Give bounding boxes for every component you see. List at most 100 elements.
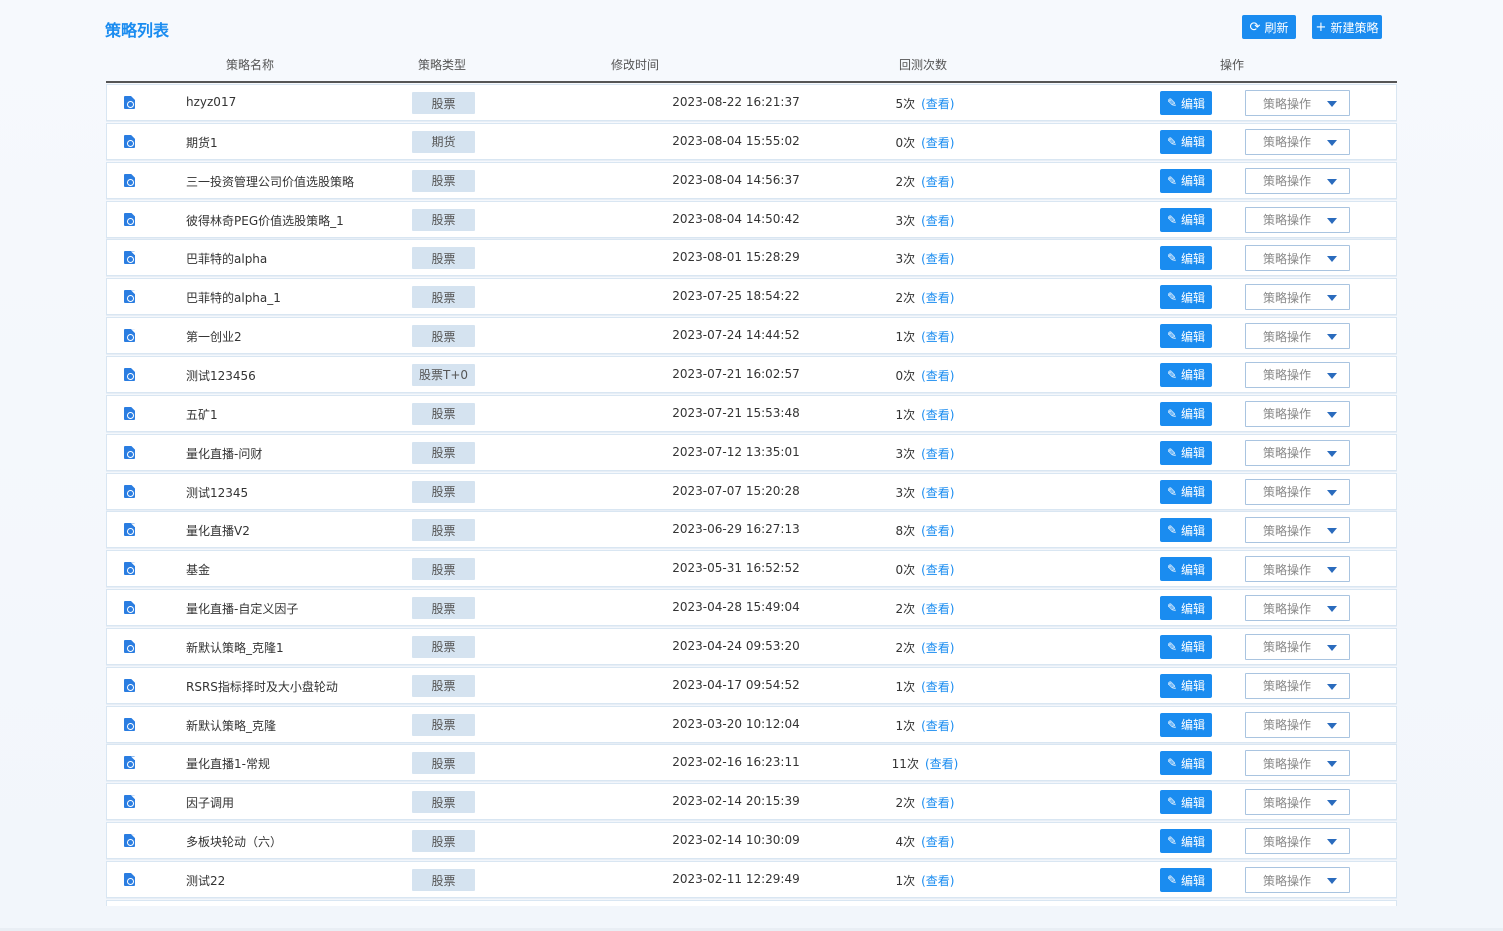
- strategy-ops-dropdown[interactable]: 策略操作: [1245, 323, 1350, 350]
- edit-button[interactable]: ✎ 编辑: [1160, 324, 1212, 349]
- edit-button[interactable]: ✎ 编辑: [1160, 557, 1212, 582]
- pencil-icon: ✎: [1166, 484, 1178, 499]
- backtest-count-value: 3次: [895, 213, 916, 228]
- modified-time: 2023-07-21 15:53:48: [672, 405, 800, 420]
- strategy-ops-dropdown[interactable]: 策略操作: [1245, 284, 1350, 311]
- edit-button[interactable]: ✎ 编辑: [1160, 712, 1212, 737]
- view-link[interactable]: (查看): [921, 835, 954, 849]
- strategy-ops-dropdown[interactable]: 策略操作: [1245, 789, 1350, 816]
- strategy-ops-dropdown[interactable]: 策略操作: [1245, 517, 1350, 544]
- file-icon: [124, 212, 135, 226]
- strategy-ops-dropdown[interactable]: 策略操作: [1245, 206, 1350, 233]
- strategy-type-badge: 股票: [412, 169, 475, 192]
- edit-button[interactable]: ✎ 编辑: [1160, 362, 1212, 387]
- strategy-name[interactable]: 测试123456: [186, 367, 256, 384]
- edit-button[interactable]: ✎ 编辑: [1160, 285, 1212, 310]
- strategy-name[interactable]: 新默认策略_克隆: [186, 717, 276, 734]
- view-link[interactable]: (查看): [921, 447, 954, 461]
- edit-button[interactable]: ✎ 编辑: [1160, 440, 1212, 465]
- view-link[interactable]: (查看): [921, 796, 954, 810]
- edit-button[interactable]: ✎ 编辑: [1160, 673, 1212, 698]
- edit-button[interactable]: ✎ 编辑: [1160, 596, 1212, 621]
- header-actions: 操作: [1219, 58, 1245, 72]
- view-link[interactable]: (查看): [925, 757, 958, 771]
- edit-button[interactable]: ✎ 编辑: [1160, 868, 1212, 892]
- strategy-ops-dropdown[interactable]: 策略操作: [1245, 167, 1350, 194]
- strategy-name[interactable]: 量化直播-问财: [186, 445, 262, 462]
- view-link[interactable]: (查看): [921, 97, 954, 111]
- strategy-ops-dropdown[interactable]: 策略操作: [1245, 711, 1350, 738]
- edit-button[interactable]: ✎ 编辑: [1160, 401, 1212, 426]
- strategy-name[interactable]: 量化直播V2: [186, 522, 250, 539]
- edit-button[interactable]: ✎ 编辑: [1160, 518, 1212, 543]
- strategy-name[interactable]: 巴菲特的alpha_1: [186, 289, 281, 306]
- view-link[interactable]: (查看): [921, 408, 954, 422]
- view-link[interactable]: (查看): [921, 524, 954, 538]
- strategy-ops-dropdown[interactable]: 策略操作: [1245, 439, 1350, 466]
- strategy-ops-dropdown[interactable]: 策略操作: [1245, 633, 1350, 660]
- strategy-ops-dropdown[interactable]: 策略操作: [1245, 400, 1350, 427]
- edit-button[interactable]: ✎ 编辑: [1160, 479, 1212, 504]
- strategy-name[interactable]: 五矿1: [186, 406, 218, 423]
- view-link[interactable]: (查看): [921, 641, 954, 655]
- strategy-ops-dropdown[interactable]: 策略操作: [1245, 750, 1350, 777]
- edit-button[interactable]: ✎ 编辑: [1160, 829, 1212, 854]
- edit-button[interactable]: ✎ 编辑: [1160, 246, 1212, 271]
- caret-down-icon: [1327, 761, 1337, 768]
- strategy-ops-dropdown[interactable]: 策略操作: [1245, 828, 1350, 855]
- strategy-name[interactable]: 彼得林奇PEG价值选股策略_1: [186, 212, 344, 229]
- strategy-ops-dropdown[interactable]: 策略操作: [1245, 478, 1350, 505]
- strategy-name[interactable]: 三一投资管理公司价值选股策略: [186, 173, 354, 190]
- pencil-icon: ✎: [1166, 717, 1178, 732]
- edit-button[interactable]: ✎ 编辑: [1160, 634, 1212, 659]
- modified-time: 2023-07-25 18:54:22: [672, 289, 800, 304]
- strategy-ops-dropdown[interactable]: 策略操作: [1245, 361, 1350, 388]
- strategy-name[interactable]: 量化直播-自定义因子: [186, 600, 298, 617]
- new-strategy-button[interactable]: + 新建策略: [1312, 15, 1382, 39]
- view-link[interactable]: (查看): [921, 369, 954, 383]
- strategy-ops-dropdown[interactable]: 策略操作: [1245, 245, 1350, 272]
- view-link[interactable]: (查看): [921, 136, 954, 150]
- view-link[interactable]: (查看): [921, 719, 954, 733]
- strategy-ops-dropdown[interactable]: 策略操作: [1245, 867, 1350, 893]
- file-icon: [124, 523, 135, 537]
- strategy-name[interactable]: 巴菲特的alpha: [186, 250, 267, 267]
- view-link[interactable]: (查看): [921, 486, 954, 500]
- modified-time: 2023-02-14 20:15:39: [672, 794, 800, 809]
- strategy-name[interactable]: 多板块轮动（六）: [186, 833, 282, 850]
- strategy-ops-dropdown[interactable]: 策略操作: [1245, 90, 1350, 116]
- edit-button[interactable]: ✎ 编辑: [1160, 91, 1212, 115]
- header-type: 策略类型: [417, 58, 467, 72]
- strategy-name[interactable]: RSRS指标择时及大小盘轮动: [186, 678, 338, 695]
- refresh-button[interactable]: ⟳ 刷新: [1242, 15, 1296, 39]
- edit-button[interactable]: ✎ 编辑: [1160, 790, 1212, 815]
- view-link[interactable]: (查看): [921, 214, 954, 228]
- strategy-name[interactable]: 新默认策略_克隆1: [186, 639, 284, 656]
- strategy-name[interactable]: 基金: [186, 561, 210, 578]
- edit-button[interactable]: ✎ 编辑: [1160, 207, 1212, 232]
- strategy-ops-dropdown[interactable]: 策略操作: [1245, 128, 1350, 155]
- strategy-ops-dropdown[interactable]: 策略操作: [1245, 556, 1350, 583]
- edit-button[interactable]: ✎ 编辑: [1160, 751, 1212, 776]
- edit-button[interactable]: ✎ 编辑: [1160, 168, 1212, 193]
- strategy-name[interactable]: 测试12345: [186, 484, 248, 501]
- strategy-ops-dropdown[interactable]: 策略操作: [1245, 595, 1350, 622]
- strategy-name[interactable]: 测试22: [186, 872, 225, 889]
- view-link[interactable]: (查看): [921, 252, 954, 266]
- strategy-name[interactable]: 量化直播1-常规: [186, 755, 270, 772]
- backtest-count: 1次 (查看): [825, 872, 1025, 889]
- view-link[interactable]: (查看): [921, 563, 954, 577]
- pencil-icon: ✎: [1166, 562, 1178, 577]
- view-link[interactable]: (查看): [921, 874, 954, 888]
- view-link[interactable]: (查看): [921, 680, 954, 694]
- strategy-ops-dropdown[interactable]: 策略操作: [1245, 672, 1350, 699]
- view-link[interactable]: (查看): [921, 175, 954, 189]
- edit-button[interactable]: ✎ 编辑: [1160, 129, 1212, 154]
- strategy-name[interactable]: 第一创业2: [186, 328, 242, 345]
- view-link[interactable]: (查看): [921, 330, 954, 344]
- view-link[interactable]: (查看): [921, 291, 954, 305]
- view-link[interactable]: (查看): [921, 602, 954, 616]
- strategy-name[interactable]: 因子调用: [186, 794, 234, 811]
- strategy-name[interactable]: hzyz017: [186, 95, 236, 109]
- strategy-name[interactable]: 期货1: [186, 134, 218, 151]
